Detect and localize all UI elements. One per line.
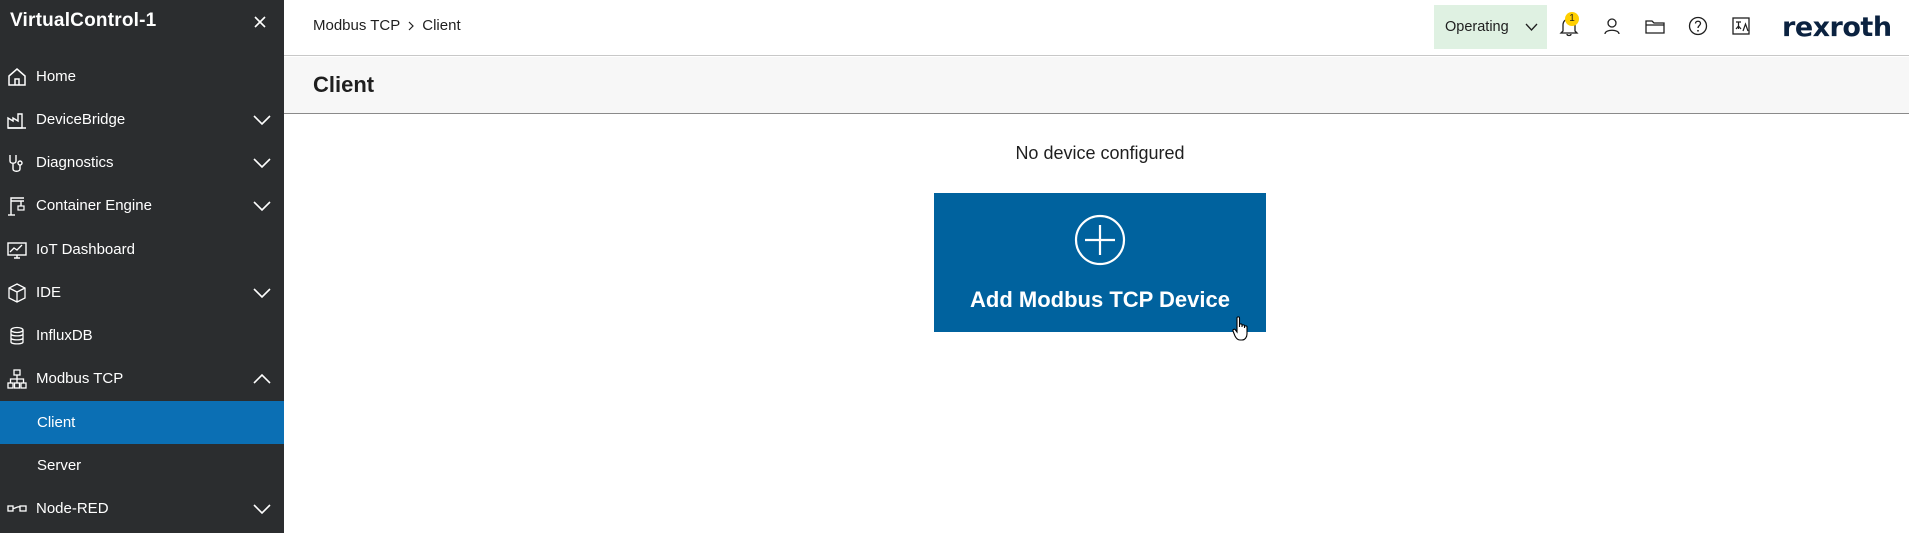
app-title: VirtualControl-1 [10,10,157,31]
sidebar-item-diagnostics[interactable]: Diagnostics [0,141,284,184]
sidebar-item-devicebridge[interactable]: DeviceBridge [0,98,284,141]
sidebar-item-node-red[interactable]: Node-RED [0,487,284,530]
network-tree-icon [7,368,27,389]
box-icon [8,282,26,303]
chevron-right-icon [408,21,415,30]
sidebar-item-server[interactable]: Server [0,444,284,487]
page-title-bar: Client [284,57,1909,114]
chevron-down-icon[interactable] [252,286,272,300]
sidebar-item-client[interactable]: Client [0,401,284,444]
operating-status-dropdown[interactable]: Operating [1434,5,1547,49]
chevron-down-icon[interactable] [252,156,272,170]
breadcrumb: Modbus TCP Client [313,17,461,34]
notification-badge: 1 [1565,12,1579,26]
add-circle-icon [1074,214,1126,266]
sidebar-item-label: InfluxDB [36,327,93,344]
sidebar-item-label: Home [36,68,77,85]
add-device-button-label: Add Modbus TCP Device [970,287,1230,312]
chevron-down-icon[interactable] [252,199,272,213]
crane-icon [8,196,25,216]
folder-icon[interactable] [1644,15,1666,37]
chevron-down-icon[interactable] [252,113,272,127]
chevron-down-icon[interactable] [252,502,272,516]
sidebar-item-label: DeviceBridge [36,111,126,128]
sidebar-item-label: Container Engine [36,197,152,214]
sidebar-item-iot-dashboard[interactable]: IoT Dashboard [0,228,284,271]
database-icon [10,326,24,345]
sidebar-item-label: IDE [36,284,62,301]
sidebar-item-container-engine[interactable]: Container Engine [0,184,284,227]
sidebar: VirtualControl-1 Home DeviceBridge Diagn… [0,0,284,533]
rexroth-logo: rexroth [1782,12,1892,43]
language-icon[interactable] [1730,15,1752,37]
page-title: Client [313,72,375,97]
sidebar-item-label: Server [37,457,82,474]
breadcrumb-item-client: Client [422,17,461,34]
stethoscope-icon [9,154,23,172]
sidebar-item-label: Node-RED [36,500,109,517]
help-icon[interactable] [1687,15,1709,37]
factory-icon [7,112,26,129]
close-icon[interactable] [250,12,270,32]
breadcrumb-item-modbus-tcp[interactable]: Modbus TCP [313,17,400,34]
sidebar-item-label: IoT Dashboard [36,241,135,258]
sidebar-item-ide[interactable]: IDE [0,271,284,314]
top-header: Modbus TCP Client Operating 1 rexroth [284,0,1909,56]
sidebar-item-modbus-tcp[interactable]: Modbus TCP [0,357,284,400]
sidebar-item-label: Client [37,414,76,431]
node-icon [7,504,27,512]
add-device-button[interactable]: Add Modbus TCP Device [934,193,1266,332]
hand-cursor-icon [1232,316,1248,341]
sidebar-item-label: Diagnostics [36,154,114,171]
chevron-down-icon [1525,23,1538,31]
home-icon [8,67,26,86]
empty-state-message: No device configured [1015,143,1185,163]
status-label: Operating [1445,19,1509,35]
chevron-up-icon[interactable] [252,372,272,386]
monitor-chart-icon [7,241,27,259]
user-icon[interactable] [1601,15,1623,37]
sidebar-item-label: Modbus TCP [36,370,124,387]
sidebar-item-home[interactable]: Home [0,55,284,98]
sidebar-item-influxdb[interactable]: InfluxDB [0,314,284,357]
